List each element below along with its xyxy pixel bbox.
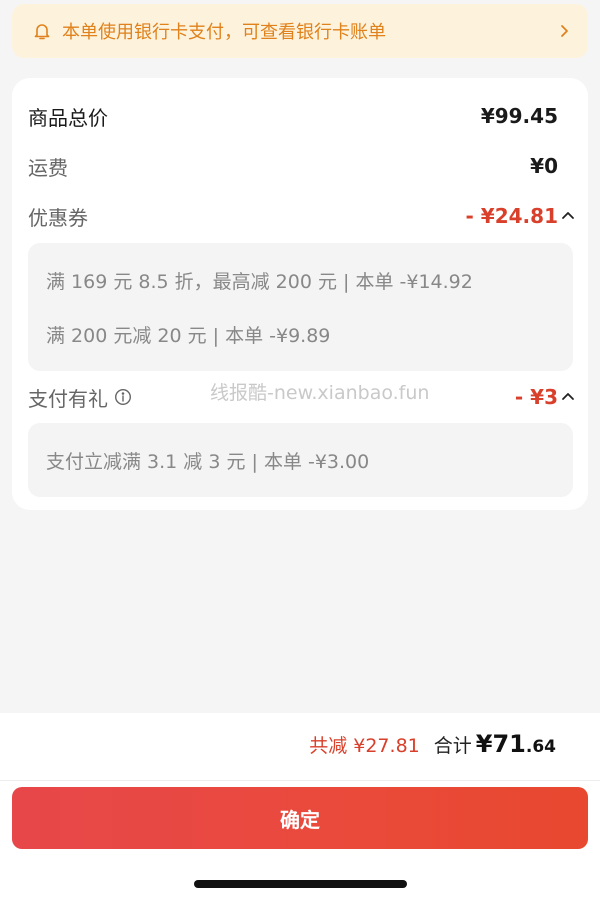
goods-total-value: ¥99.45 bbox=[480, 104, 558, 128]
coupon-detail-item: 满 169 元 8.5 折，最高减 200 元 | 本单 -¥14.92 bbox=[46, 271, 473, 293]
price-summary-card: 商品总价 ¥99.45 运费 ¥0 优惠券 - ¥24.81 满 169 元 8… bbox=[12, 78, 588, 510]
coupon-label: 优惠券 bbox=[28, 205, 88, 230]
confirm-button[interactable]: 确定 bbox=[12, 787, 588, 849]
shipping-label: 运费 bbox=[28, 155, 68, 180]
bell-icon bbox=[32, 21, 52, 41]
notice-text: 本单使用银行卡支付，可查看银行卡账单 bbox=[62, 22, 386, 43]
chevron-up-icon[interactable] bbox=[560, 389, 576, 405]
goods-total-row: 商品总价 ¥99.45 bbox=[28, 100, 558, 132]
coupon-details: 满 169 元 8.5 折，最高减 200 元 | 本单 -¥14.92 满 2… bbox=[28, 243, 573, 371]
payment-gift-value: - ¥3 bbox=[514, 385, 558, 409]
bank-card-notice-banner[interactable]: 本单使用银行卡支付，可查看银行卡账单 bbox=[12, 4, 588, 58]
coupon-row[interactable]: 优惠券 - ¥24.81 bbox=[28, 200, 574, 232]
shipping-row: 运费 ¥0 bbox=[28, 150, 558, 182]
chevron-up-icon[interactable] bbox=[560, 208, 576, 224]
divider bbox=[0, 780, 600, 781]
coupon-detail-item: 满 200 元减 20 元 | 本单 -¥9.89 bbox=[46, 325, 331, 347]
payment-gift-detail-item: 支付立减满 3.1 减 3 元 | 本单 -¥3.00 bbox=[46, 451, 370, 473]
coupon-value: - ¥24.81 bbox=[465, 204, 558, 228]
payment-gift-details: 支付立减满 3.1 减 3 元 | 本单 -¥3.00 bbox=[28, 423, 573, 497]
total-amount-decimal: .64 bbox=[525, 737, 556, 757]
order-totals: 共减 ¥27.81 合计 ¥71 .64 bbox=[309, 730, 556, 758]
total-reduce: 共减 ¥27.81 bbox=[309, 735, 420, 757]
chevron-right-icon[interactable] bbox=[556, 23, 572, 39]
watermark-text: 线报酷-new.xianbao.fun bbox=[210, 382, 430, 404]
total-amount-integer: ¥71 bbox=[475, 730, 526, 758]
shipping-value: ¥0 bbox=[530, 154, 558, 178]
payment-gift-label: 支付有礼 bbox=[28, 386, 108, 411]
goods-total-label: 商品总价 bbox=[28, 105, 108, 130]
total-label: 合计 bbox=[433, 735, 472, 757]
home-indicator bbox=[194, 880, 407, 888]
info-icon[interactable] bbox=[114, 388, 132, 406]
